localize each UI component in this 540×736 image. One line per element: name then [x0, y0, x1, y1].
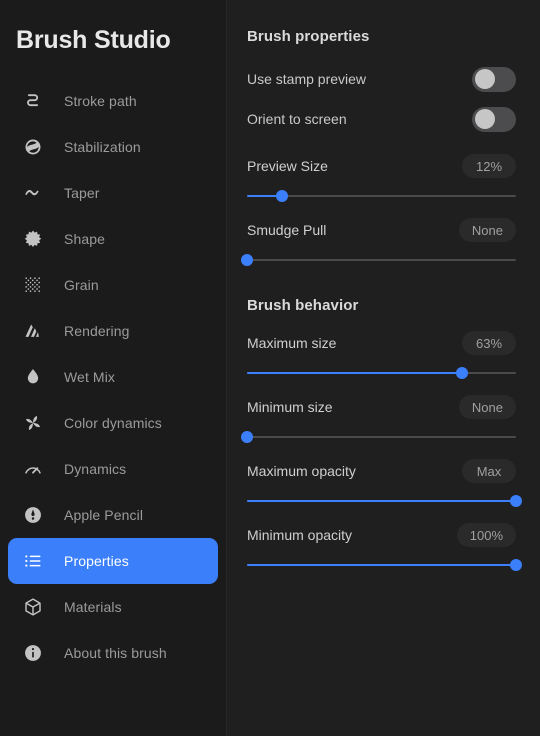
grain-icon	[22, 274, 44, 296]
taper-icon	[22, 182, 44, 204]
toggle-knob	[474, 69, 495, 89]
shape-icon	[22, 228, 44, 250]
sidebar-item-grain[interactable]: Grain	[8, 262, 218, 308]
sidebar-item-shape[interactable]: Shape	[8, 216, 218, 262]
sidebar-item-rendering[interactable]: Rendering	[8, 308, 218, 354]
sidebar-item-stroke-path[interactable]: Stroke path	[8, 78, 218, 124]
slider-fill	[247, 372, 463, 374]
stroke-path-icon	[22, 90, 44, 112]
slider-preview-size[interactable]	[247, 189, 516, 203]
sidebar-item-label: Rendering	[64, 323, 130, 339]
slider-fill	[247, 564, 516, 566]
toggle-row: Orient to screen	[247, 99, 516, 139]
stabilization-icon	[22, 136, 44, 158]
toggle-switch-orient-to-screen[interactable]	[472, 106, 516, 132]
slider-maximum-opacity[interactable]	[247, 494, 522, 508]
brush-studio-window: Brush Studio Stroke path Stabilization Tap…	[0, 0, 540, 736]
section-title: Brush behavior	[247, 297, 359, 314]
sidebar-item-label: Shape	[64, 231, 105, 247]
sidebar-item-label: Dynamics	[64, 461, 127, 477]
sidebar-item-label: Properties	[64, 553, 129, 569]
slider-value-badge[interactable]: 100%	[456, 523, 516, 547]
slider-thumb[interactable]	[510, 495, 522, 507]
section-title: Brush properties	[247, 28, 370, 45]
slider-thumb[interactable]	[510, 559, 522, 571]
slider-value-badge[interactable]: Max	[462, 459, 516, 483]
materials-icon	[22, 596, 44, 618]
sidebar-item-stabilization[interactable]: Stabilization	[8, 124, 218, 170]
slider-thumb[interactable]	[275, 190, 288, 202]
page-title: Brush Studio	[16, 26, 171, 54]
slider-label: Maximum size	[247, 335, 337, 351]
slider-row: Smudge Pull None	[241, 215, 516, 267]
sidebar-item-label: Stabilization	[64, 139, 141, 155]
toggle-switch-use-stamp-preview[interactable]	[472, 66, 516, 92]
sidebar-item-label: Materials	[64, 599, 122, 615]
sidebar-item-dynamics[interactable]: Dynamics	[8, 446, 218, 492]
slider-row: Maximum opacity Max	[247, 456, 522, 508]
slider-header: Minimum size None	[247, 392, 516, 422]
main-panel: Brush properties Use stamp preview Orient …	[227, 0, 540, 736]
slider-label: Preview Size	[247, 158, 328, 174]
sidebar-item-properties[interactable]: Properties	[8, 538, 218, 584]
info-icon	[22, 642, 44, 664]
sidebar-nav: Stroke path Stabilization Taper Shape Grain R…	[0, 78, 226, 676]
slider-track	[247, 259, 516, 261]
sidebar-item-label: Grain	[64, 277, 99, 293]
apple-pencil-icon	[22, 504, 44, 526]
slider-label: Smudge Pull	[247, 222, 327, 238]
color-dynamics-icon	[22, 412, 44, 434]
slider-header: Minimum opacity 100%	[247, 520, 516, 550]
slider-value-badge[interactable]: None	[458, 218, 516, 242]
slider-header: Maximum size 63%	[247, 328, 516, 358]
wet-mix-icon	[22, 366, 44, 388]
sidebar-item-label: About this brush	[64, 645, 167, 661]
section-brush-properties: Brush properties Use stamp preview Orient …	[241, 28, 516, 267]
sidebar-item-about-this-brush[interactable]: About this brush	[8, 630, 218, 676]
slider-value-badge[interactable]: 63%	[462, 331, 516, 355]
slider-smudge-pull[interactable]	[241, 253, 516, 267]
slider-label: Minimum size	[247, 399, 333, 415]
properties-icon	[22, 550, 44, 572]
toggle-knob	[474, 109, 495, 129]
sidebar-item-label: Wet Mix	[64, 369, 115, 385]
slider-row: Minimum size None	[241, 392, 516, 444]
slider-header: Smudge Pull None	[247, 215, 516, 245]
slider-thumb[interactable]	[241, 254, 253, 266]
slider-maximum-size[interactable]	[247, 366, 516, 380]
slider-label: Minimum opacity	[247, 527, 353, 543]
slider-row: Preview Size 12%	[247, 151, 516, 203]
dynamics-icon	[22, 458, 44, 480]
slider-row: Minimum opacity 100%	[247, 520, 522, 572]
slider-header: Preview Size 12%	[247, 151, 516, 181]
sidebar-item-taper[interactable]: Taper	[8, 170, 218, 216]
sidebar: Brush Studio Stroke path Stabilization Tap…	[0, 0, 227, 736]
slider-row: Maximum size 63%	[247, 328, 516, 380]
slider-value-badge[interactable]: 12%	[462, 154, 516, 178]
slider-value-badge[interactable]: None	[458, 395, 516, 419]
slider-thumb[interactable]	[241, 431, 253, 443]
section-brush-behavior: Brush behavior Maximum size 63% Minimum siz…	[241, 297, 522, 572]
sidebar-item-apple-pencil[interactable]: Apple Pencil	[8, 492, 218, 538]
slider-header: Maximum opacity Max	[247, 456, 516, 486]
sidebar-item-label: Taper	[64, 185, 100, 201]
toggle-row: Use stamp preview	[247, 59, 516, 99]
slider-fill	[247, 500, 516, 502]
toggle-label: Use stamp preview	[247, 71, 367, 87]
sidebar-item-label: Apple Pencil	[64, 507, 144, 523]
slider-thumb[interactable]	[456, 367, 469, 379]
sidebar-item-color-dynamics[interactable]: Color dynamics	[8, 400, 218, 446]
slider-minimum-size[interactable]	[241, 430, 516, 444]
rendering-icon	[22, 320, 44, 342]
slider-track	[247, 436, 516, 438]
sidebar-item-materials[interactable]: Materials	[8, 584, 218, 630]
slider-label: Maximum opacity	[247, 463, 356, 479]
slider-minimum-opacity[interactable]	[247, 558, 522, 572]
sidebar-item-label: Color dynamics	[64, 415, 162, 431]
sidebar-item-label: Stroke path	[64, 93, 137, 109]
toggle-label: Orient to screen	[247, 111, 347, 127]
sidebar-item-wet-mix[interactable]: Wet Mix	[8, 354, 218, 400]
